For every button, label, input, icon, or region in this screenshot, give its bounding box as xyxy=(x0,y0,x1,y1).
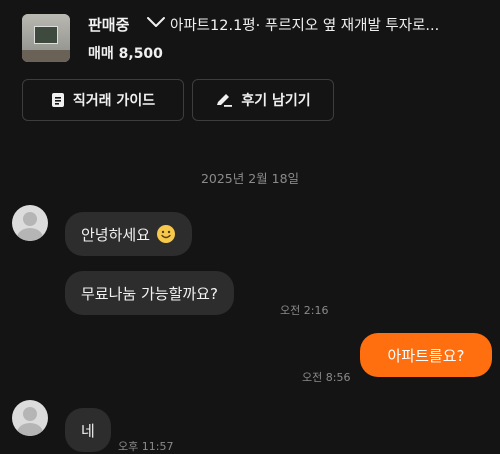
message-time: 오후 11:57 xyxy=(118,440,174,453)
listing-price: 매매 8,500 xyxy=(88,46,163,62)
message-time: 오전 2:16 xyxy=(280,304,329,317)
message-text: 아파트를요? xyxy=(387,346,465,365)
message-text: 무료나눔 가능할까요? xyxy=(81,284,218,303)
listing-thumbnail[interactable] xyxy=(22,14,70,62)
avatar-body xyxy=(17,228,43,241)
received-message[interactable]: 안녕하세요 xyxy=(65,212,193,256)
thumbnail-floor xyxy=(22,50,70,62)
avatar[interactable] xyxy=(12,400,48,436)
avatar-head xyxy=(23,407,37,421)
document-icon xyxy=(51,93,64,107)
avatar[interactable] xyxy=(12,205,48,241)
listing-title[interactable]: 아파트12.1평· 푸르지오 옆 재개발 투자로... xyxy=(170,14,490,35)
received-message[interactable]: 네 xyxy=(65,408,111,452)
write-review-button[interactable]: 후기 남기기 xyxy=(192,79,334,121)
avatar-body xyxy=(17,423,43,436)
received-message[interactable]: 무료나눔 가능할까요? xyxy=(65,271,234,315)
write-review-label: 후기 남기기 xyxy=(241,93,311,109)
direct-trade-guide-button[interactable]: 직거래 가이드 xyxy=(22,79,184,121)
smile-emoji-icon xyxy=(157,225,176,243)
sent-message[interactable]: 아파트를요? xyxy=(360,333,492,377)
chat-date-separator: 2025년 2월 18일 xyxy=(200,171,300,186)
thumbnail-picture xyxy=(34,26,58,44)
direct-trade-guide-label: 직거래 가이드 xyxy=(72,93,156,109)
avatar-head xyxy=(23,212,37,226)
pencil-icon xyxy=(217,94,233,107)
listing-status[interactable]: 판매중 xyxy=(88,14,129,35)
message-text: 네 xyxy=(81,421,95,440)
message-time: 오전 8:56 xyxy=(302,371,351,384)
chat-header: 판매중 아파트12.1평· 푸르지오 옆 재개발 투자로... 매매 8,500… xyxy=(0,0,500,130)
chevron-down-icon[interactable] xyxy=(145,13,167,31)
message-text: 안녕하세요 xyxy=(81,225,151,244)
